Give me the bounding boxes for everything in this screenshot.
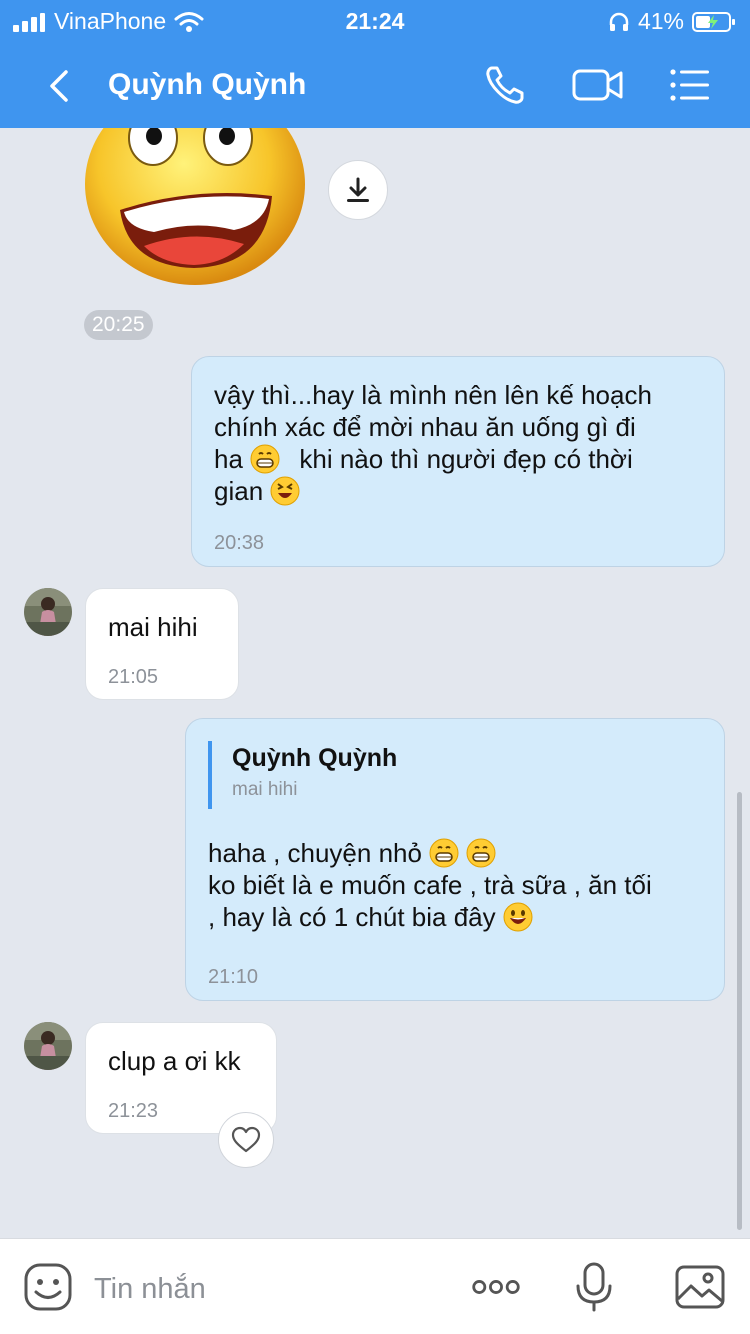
message-input[interactable] (94, 1269, 434, 1309)
heart-icon (231, 1126, 261, 1153)
outgoing-message[interactable]: vậy thì...hay là mình nên lên kế hoạch c… (191, 356, 725, 567)
react-button[interactable] (218, 1112, 274, 1168)
avatar-image-icon (24, 588, 72, 636)
more-icon[interactable] (470, 1261, 522, 1313)
message-text: ha (214, 444, 243, 474)
message-line: gian (214, 475, 702, 507)
composer-bar (0, 1238, 750, 1334)
conversation-title[interactable]: Quỳnh Quỳnh (108, 68, 306, 102)
message-time: 21:23 (108, 1100, 159, 1122)
download-button[interactable] (328, 160, 388, 220)
quoted-text: mai hihi (232, 779, 298, 800)
grinning-emoji-icon (250, 444, 280, 474)
chat-header: VinaPhone 21:24 41% Quỳnh Quỳnh (0, 0, 750, 128)
back-arrow-icon[interactable] (40, 66, 80, 106)
menu-icon[interactable] (666, 62, 712, 108)
contact-avatar[interactable] (24, 1022, 72, 1070)
grinning-emoji-icon (466, 838, 496, 868)
message-text: haha , chuyện nhỏ (208, 838, 422, 868)
message-line: haha , chuyện nhỏ (208, 837, 708, 869)
grinning-sticker-icon (85, 128, 305, 285)
image-icon[interactable] (674, 1261, 726, 1313)
battery-percent: 41% (637, 8, 684, 34)
laughing-emoji-icon (270, 476, 300, 506)
download-icon (347, 177, 369, 202)
smiling-emoji-icon (503, 902, 533, 932)
reply-body: haha , chuyện nhỏ ko biết là e muốn cafe… (208, 837, 708, 933)
battery-icon (692, 11, 735, 32)
message-text: mai hihi (108, 612, 198, 642)
emoji-icon[interactable] (22, 1261, 74, 1313)
message-text: , hay là có 1 chút bia đây (208, 902, 496, 932)
scrollbar[interactable] (737, 792, 742, 1230)
message-line: , hay là có 1 chút bia đây (208, 901, 708, 933)
quoted-message[interactable]: Quỳnh Quỳnh mai hihi (208, 741, 508, 809)
sticker-time: 20:25 (84, 310, 153, 340)
phone-icon[interactable] (482, 62, 528, 108)
quoted-sender: Quỳnh Quỳnh (232, 744, 398, 772)
video-call-icon[interactable] (572, 62, 624, 108)
message-text: gian (214, 476, 264, 506)
message-text: khi nào thì người đẹp có thời (299, 444, 633, 474)
message-time: 20:38 (214, 532, 265, 554)
sticker-message[interactable] (84, 128, 306, 288)
message-time: 21:05 (108, 666, 159, 688)
grinning-emoji-icon (429, 838, 459, 868)
message-time: 21:10 (208, 966, 259, 988)
avatar-image-icon (24, 1022, 72, 1070)
status-right: 41% (608, 8, 736, 35)
message-line: chính xác để mời nhau ăn uống gì đi (214, 412, 636, 442)
message-line: vậy thì...hay là mình nên lên kế hoạch (214, 380, 652, 410)
status-bar: VinaPhone 21:24 41% (0, 0, 750, 40)
outgoing-reply-message[interactable]: Quỳnh Quỳnh mai hihi haha , chuyện nhỏ k… (185, 718, 725, 1001)
incoming-message[interactable]: mai hihi 21:05 (85, 588, 239, 700)
microphone-icon[interactable] (568, 1261, 620, 1313)
headphones-icon (609, 12, 629, 31)
contact-avatar[interactable] (24, 588, 72, 636)
message-line: ko biết là e muốn cafe , trà sữa , ăn tố… (208, 870, 652, 900)
message-text: clup a ơi kk (108, 1046, 241, 1076)
message-line: ha khi nào thì người đẹp có thời (214, 443, 702, 475)
